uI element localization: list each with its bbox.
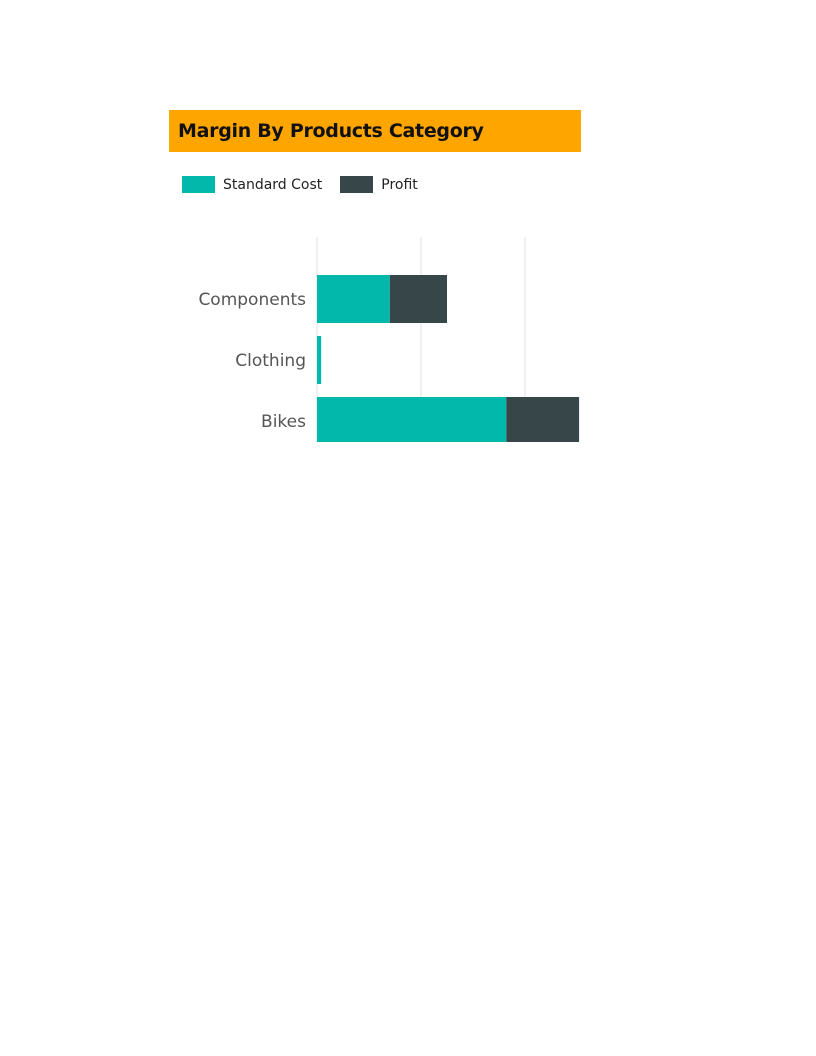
bar-components-standard-cost <box>317 275 390 323</box>
bar-bikes-standard-cost <box>317 397 507 442</box>
category-label-clothing: Clothing <box>235 351 306 371</box>
category-label-components: Components <box>198 290 306 310</box>
category-labels: Components Clothing Bikes <box>198 290 306 432</box>
bars <box>317 275 580 442</box>
category-label-bikes: Bikes <box>261 412 306 432</box>
bar-components-profit <box>389 275 447 323</box>
bar-bikes-profit <box>506 397 580 442</box>
bar-clothing-standard-cost <box>317 336 322 384</box>
bar-chart: Components Clothing Bikes <box>198 237 580 442</box>
